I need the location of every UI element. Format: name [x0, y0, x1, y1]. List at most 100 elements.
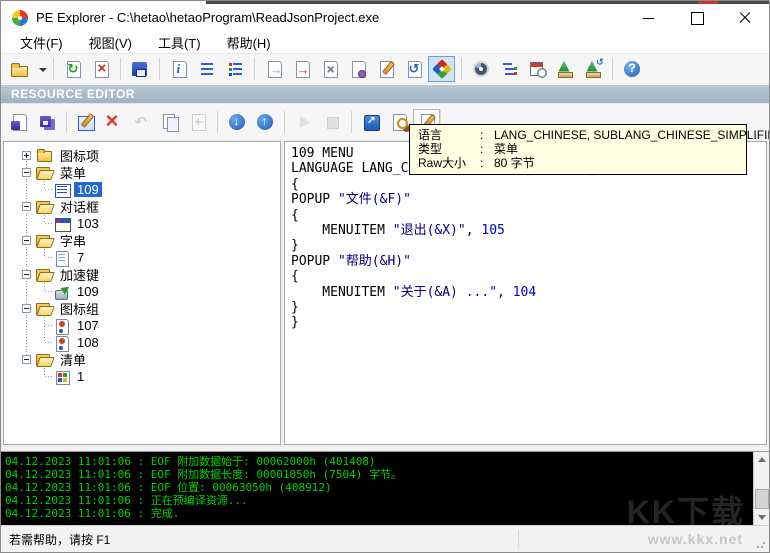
tree-leaf-label-selected[interactable]: 109: [74, 182, 102, 197]
delete-resource-button[interactable]: [100, 109, 127, 135]
undo-button[interactable]: [128, 109, 155, 135]
open-file-dropdown-button[interactable]: [33, 56, 47, 82]
menu-item-2[interactable]: 视图(V): [76, 31, 145, 54]
dependency-scanner-button[interactable]: [495, 56, 522, 82]
date-time-stamp-button[interactable]: [523, 56, 550, 82]
tree-leaf-label[interactable]: 103: [74, 216, 102, 231]
collapse-box[interactable]: [22, 355, 31, 364]
digital-signature-button[interactable]: [344, 56, 371, 82]
tree-node-label[interactable]: 菜单: [57, 163, 89, 182]
headers-view-button[interactable]: [193, 56, 220, 82]
menu-item-3[interactable]: 工具(T): [145, 31, 214, 54]
tree-leaf[interactable]: 103: [4, 215, 280, 232]
tree-icon-cell: [36, 198, 54, 215]
resource-editor-title: RESOURCE EDITOR: [11, 87, 135, 101]
menu-item-1[interactable]: 文件(F): [7, 31, 76, 54]
update-headers-button[interactable]: [400, 56, 427, 82]
tree-node[interactable]: 字串: [4, 232, 280, 249]
save-all-resources-button[interactable]: [33, 109, 60, 135]
log-scrollbar[interactable]: [753, 452, 769, 525]
tree-node-label[interactable]: 对话框: [57, 197, 102, 216]
new-resource-button[interactable]: [184, 109, 211, 135]
tree-node[interactable]: 清单: [4, 351, 280, 368]
tree-guide: [18, 266, 36, 283]
tree-node[interactable]: 图标组: [4, 300, 280, 317]
stop-button[interactable]: [318, 109, 345, 135]
resource-rebuilder-button[interactable]: ↺: [579, 56, 606, 82]
log-line: 04.12.2023 11:01:06 : EOF 附加数据长度: 000010…: [5, 468, 769, 481]
tree-leaf-label[interactable]: 109: [74, 284, 102, 299]
tree-node-label[interactable]: 字串: [57, 231, 89, 250]
play-button[interactable]: [290, 109, 317, 135]
resource-editor-button[interactable]: [428, 56, 455, 82]
tree-leaf[interactable]: 109: [4, 181, 280, 198]
move-up-button[interactable]: [251, 109, 278, 135]
menu-res-icon: [54, 182, 71, 198]
tree-guide: [18, 368, 36, 385]
tree-node[interactable]: 对话框: [4, 198, 280, 215]
circle-down-icon: [227, 112, 247, 132]
help-button[interactable]: [618, 56, 645, 82]
collapse-box[interactable]: [22, 168, 31, 177]
tree-leaf-label[interactable]: 108: [74, 335, 102, 350]
move-down-button[interactable]: [223, 109, 250, 135]
tree-leaf[interactable]: 109: [4, 283, 280, 300]
tree-node-label[interactable]: 加速键: [57, 265, 102, 284]
close-file-button[interactable]: [87, 56, 114, 82]
file-info-button[interactable]: [165, 56, 192, 82]
disassembler-button[interactable]: [467, 56, 494, 82]
tree-guide: [18, 300, 36, 317]
tree-leaf-label[interactable]: 1: [74, 369, 87, 384]
tree-node[interactable]: 加速键: [4, 266, 280, 283]
scroll-thumb[interactable]: [755, 489, 769, 509]
resource-cleaner-button[interactable]: [551, 56, 578, 82]
expand-box[interactable]: [22, 151, 31, 160]
collapse-box[interactable]: [22, 236, 31, 245]
maximize-button[interactable]: [689, 10, 705, 26]
tree-node[interactable]: 菜单: [4, 164, 280, 181]
reload-file-button[interactable]: [59, 56, 86, 82]
dropdown-caret-icon: [34, 59, 46, 79]
collapse-box[interactable]: [22, 270, 31, 279]
toolbar-separator: [217, 111, 218, 133]
tree-guide: [36, 249, 54, 266]
code-view[interactable]: 109 MENULANGUAGE LANG_CHINESE, SUBLANG_C…: [284, 141, 767, 445]
tree-leaf[interactable]: 107: [4, 317, 280, 334]
tree-leaf[interactable]: 7: [4, 249, 280, 266]
tree-icon-cell: [36, 351, 54, 368]
collapse-box[interactable]: [22, 304, 31, 313]
tree-guide: [18, 181, 36, 198]
close-button[interactable]: [737, 10, 753, 26]
code-line: }: [291, 315, 766, 330]
tree-node-label[interactable]: 图标组: [57, 299, 102, 318]
resize-grip[interactable]: [756, 539, 766, 549]
accel-res-icon: [54, 284, 71, 300]
minimize-button[interactable]: [641, 10, 657, 26]
section-headers-button[interactable]: [221, 56, 248, 82]
expand-view-button[interactable]: [357, 109, 384, 135]
edit-headers-button[interactable]: [372, 56, 399, 82]
tree-leaf-label[interactable]: 107: [74, 318, 102, 333]
string-res-icon: [54, 250, 71, 266]
export-button[interactable]: [260, 56, 287, 82]
copy-resource-button[interactable]: [156, 109, 183, 135]
save-resource-button[interactable]: [5, 109, 32, 135]
tree-node[interactable]: 图标项: [4, 147, 280, 164]
preview-resource-button[interactable]: [385, 109, 412, 135]
open-file-button[interactable]: [5, 56, 32, 82]
scroll-up-arrow-icon[interactable]: [754, 452, 769, 467]
strip-button[interactable]: [316, 56, 343, 82]
import-button[interactable]: [288, 56, 315, 82]
tree-leaf[interactable]: 108: [4, 334, 280, 351]
save-file-button[interactable]: [126, 56, 153, 82]
menu-item-4[interactable]: 帮助(H): [214, 31, 284, 54]
tree-guide: [18, 232, 36, 249]
log-line: 04.12.2023 11:01:06 : 完成.: [5, 507, 769, 520]
tree-leaf-label[interactable]: 7: [74, 250, 87, 265]
edit-resource-button[interactable]: [72, 109, 99, 135]
tree-node-label[interactable]: 清单: [57, 350, 89, 369]
scroll-down-arrow-icon[interactable]: [754, 510, 769, 525]
collapse-box[interactable]: [22, 202, 31, 211]
tree-guide: [18, 351, 36, 368]
tree-leaf[interactable]: 1: [4, 368, 280, 385]
